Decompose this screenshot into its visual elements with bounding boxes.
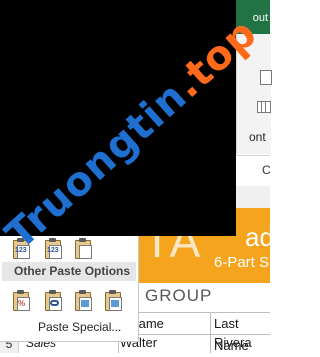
other-paste-options-header: Other Paste Options (2, 262, 136, 281)
font-group-label: ont (249, 130, 266, 144)
paste-values-source-format-icon[interactable] (74, 238, 92, 259)
group-heading: GROUP (145, 286, 213, 305)
paste-formatting-icon[interactable]: % (12, 290, 30, 311)
paste-options-menu: 123 123 Other Paste Options % Paste Spec… (0, 236, 139, 342)
banner-subtitle: 6-Part S (214, 254, 270, 271)
column-headers (236, 186, 270, 209)
paste-special-item[interactable]: Paste Special... (38, 320, 121, 334)
formula-bar[interactable]: C (236, 155, 271, 187)
paste-linked-picture-icon[interactable] (104, 290, 122, 311)
table-header-row: t Name Last Name (118, 312, 270, 353)
formula-text: C (262, 163, 271, 177)
ribbon-tab-layout[interactable]: out (253, 12, 268, 24)
cell-last-name[interactable]: Rivera (214, 335, 252, 350)
header-last-name[interactable]: Last Name (210, 312, 270, 353)
cell-divider (210, 335, 211, 353)
paste-link-icon[interactable] (44, 290, 62, 311)
paste-picture-icon[interactable] (74, 290, 92, 311)
format-icon[interactable] (260, 70, 272, 85)
borders-icon[interactable] (257, 101, 271, 113)
banner-title-right: ad (245, 222, 274, 252)
other-paste-options-label: Other Paste Options (14, 264, 131, 278)
